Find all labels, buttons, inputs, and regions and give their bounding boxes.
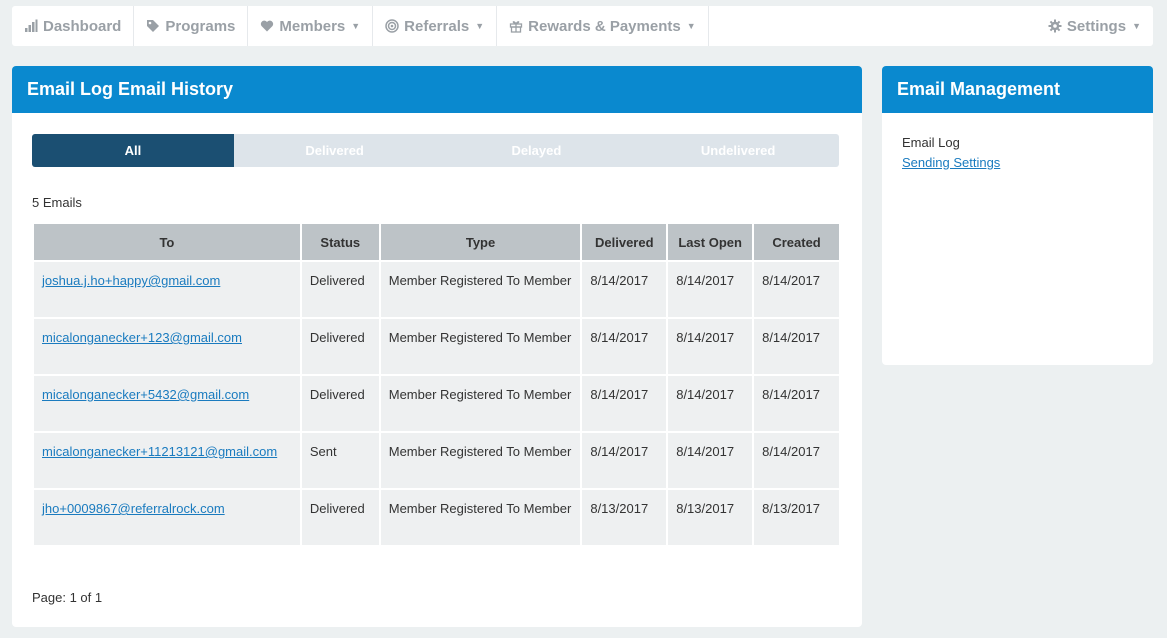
email-count: 5 Emails: [32, 195, 82, 210]
cell-type: Member Registered To Member: [378, 374, 583, 433]
nav-dashboard-label: Dashboard: [43, 17, 122, 35]
email-management-panel: Email Management Email Log Sending Setti…: [882, 66, 1153, 365]
nav-programs-label: Programs: [165, 17, 236, 35]
tab-all[interactable]: All: [32, 134, 234, 167]
nav-dashboard[interactable]: Dashboard: [12, 6, 135, 46]
recipient-email-link[interactable]: micalonganecker+5432@gmail.com: [42, 387, 249, 402]
cell-to: micalonganecker+11213121@gmail.com: [32, 431, 302, 490]
nav-rewards[interactable]: Rewards & Payments ▼: [497, 6, 709, 46]
email-log-table: To Status Type Delivered Last Open Creat…: [32, 222, 841, 547]
nav-referrals[interactable]: Referrals ▼: [373, 6, 498, 46]
cell-created: 8/14/2017: [752, 317, 841, 376]
nav-members[interactable]: Members ▼: [248, 6, 374, 46]
email-history-panel: Email Log Email History All Delivered De…: [12, 66, 862, 627]
heart-icon: [260, 19, 274, 33]
cell-last-open: 8/14/2017: [666, 260, 755, 319]
cell-type: Member Registered To Member: [378, 317, 583, 376]
column-header-created[interactable]: Created: [752, 222, 841, 262]
nav-referrals-label: Referrals: [404, 17, 470, 35]
cell-delivered: 8/13/2017: [580, 488, 669, 547]
tab-delayed[interactable]: Delayed: [436, 134, 638, 167]
table-row: jho+0009867@referralrock.com Delivered M…: [32, 488, 841, 547]
side-item-sending-settings[interactable]: Sending Settings: [902, 155, 1000, 170]
cell-last-open: 8/14/2017: [666, 317, 755, 376]
cell-created: 8/14/2017: [752, 374, 841, 433]
nav-members-label: Members: [279, 17, 346, 35]
table-row: micalonganecker+5432@gmail.com Delivered…: [32, 374, 841, 433]
tab-undelivered[interactable]: Undelivered: [637, 134, 839, 167]
table-row: joshua.j.ho+happy@gmail.com Delivered Me…: [32, 260, 841, 319]
cell-created: 8/14/2017: [752, 431, 841, 490]
cell-status: Sent: [299, 431, 381, 490]
cell-type: Member Registered To Member: [378, 260, 583, 319]
status-filter-tabs: All Delivered Delayed Undelivered: [32, 134, 839, 167]
side-panel-title: Email Management: [882, 66, 1153, 113]
table-row: micalonganecker+11213121@gmail.com Sent …: [32, 431, 841, 490]
caret-down-icon: ▼: [351, 21, 361, 31]
top-navbar: Dashboard Programs Members ▼ Referrals ▼…: [12, 6, 1153, 46]
gift-icon: [509, 19, 523, 33]
nav-programs[interactable]: Programs: [134, 6, 249, 46]
caret-down-icon: ▼: [686, 21, 696, 31]
nav-rewards-label: Rewards & Payments: [528, 17, 681, 35]
recipient-email-link[interactable]: joshua.j.ho+happy@gmail.com: [42, 273, 220, 288]
cell-to: micalonganecker+5432@gmail.com: [32, 374, 302, 433]
pagination-text: Page: 1 of 1: [32, 590, 103, 605]
table-row: micalonganecker+123@gmail.com Delivered …: [32, 317, 841, 376]
cell-delivered: 8/14/2017: [580, 431, 669, 490]
caret-down-icon: ▼: [1132, 21, 1141, 31]
cell-to: micalonganecker+123@gmail.com: [32, 317, 302, 376]
cell-last-open: 8/13/2017: [666, 488, 755, 547]
tag-icon: [146, 19, 160, 33]
cell-status: Delivered: [299, 260, 381, 319]
column-header-type[interactable]: Type: [378, 222, 583, 262]
cell-last-open: 8/14/2017: [666, 431, 755, 490]
cell-status: Delivered: [299, 374, 381, 433]
column-header-status[interactable]: Status: [299, 222, 381, 262]
tab-delivered[interactable]: Delivered: [234, 134, 436, 167]
target-icon: [385, 19, 399, 33]
side-item-email-log: Email Log: [902, 135, 960, 150]
recipient-email-link[interactable]: jho+0009867@referralrock.com: [42, 501, 225, 516]
table-header-row: To Status Type Delivered Last Open Creat…: [32, 222, 841, 262]
cell-type: Member Registered To Member: [378, 431, 583, 490]
gear-icon: [1048, 19, 1062, 33]
column-header-delivered[interactable]: Delivered: [580, 222, 669, 262]
cell-to: jho+0009867@referralrock.com: [32, 488, 302, 547]
column-header-to[interactable]: To: [32, 222, 302, 262]
nav-settings-label: Settings: [1066, 17, 1127, 35]
cell-type: Member Registered To Member: [378, 488, 583, 547]
cell-to: joshua.j.ho+happy@gmail.com: [32, 260, 302, 319]
nav-settings[interactable]: Settings ▼: [1036, 6, 1153, 46]
column-header-last-open[interactable]: Last Open: [666, 222, 755, 262]
cell-status: Delivered: [299, 317, 381, 376]
recipient-email-link[interactable]: micalonganecker+123@gmail.com: [42, 330, 242, 345]
bar-chart-icon: [24, 19, 38, 33]
cell-created: 8/13/2017: [752, 488, 841, 547]
side-menu: Email Log Sending Settings: [882, 113, 1153, 193]
recipient-email-link[interactable]: micalonganecker+11213121@gmail.com: [42, 444, 277, 459]
cell-status: Delivered: [299, 488, 381, 547]
cell-delivered: 8/14/2017: [580, 317, 669, 376]
caret-down-icon: ▼: [475, 21, 485, 31]
cell-created: 8/14/2017: [752, 260, 841, 319]
panel-title: Email Log Email History: [12, 66, 862, 113]
cell-delivered: 8/14/2017: [580, 260, 669, 319]
cell-delivered: 8/14/2017: [580, 374, 669, 433]
cell-last-open: 8/14/2017: [666, 374, 755, 433]
